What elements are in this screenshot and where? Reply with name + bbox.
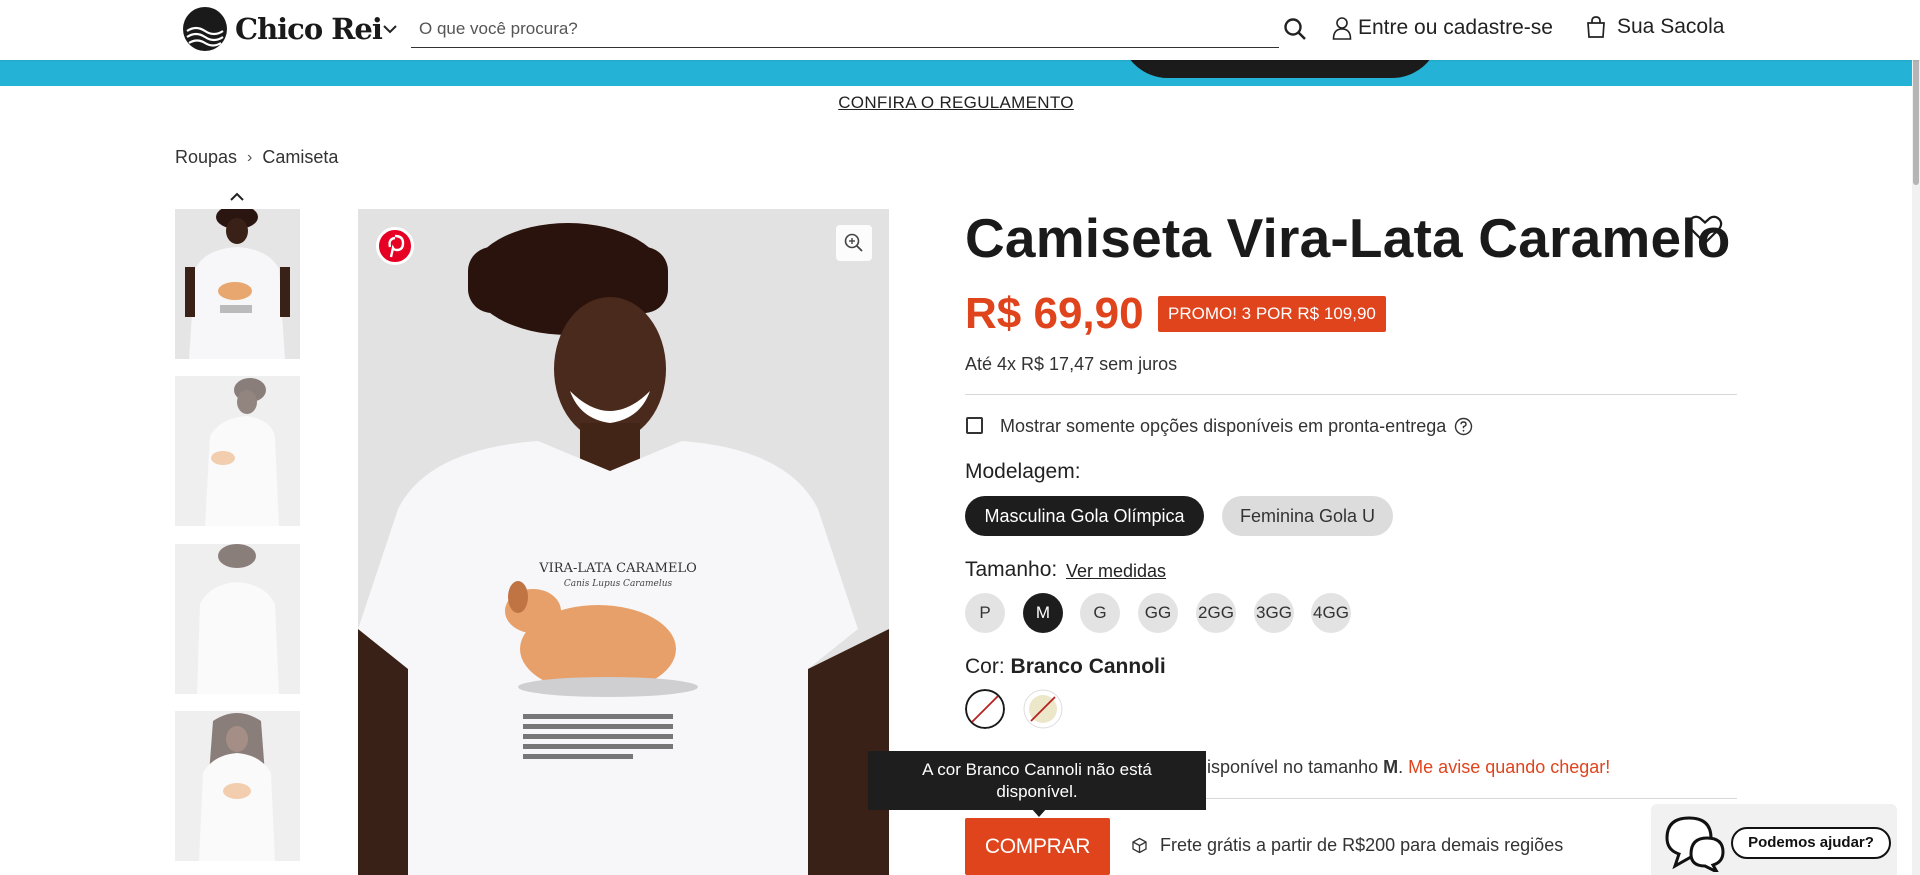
stock-message-size: M (1383, 757, 1399, 777)
bag-label: Sua Sacola (1617, 15, 1725, 38)
tooltip-line-1: A cor Branco Cannoli não está (922, 760, 1152, 779)
cor-selected-name: Branco Cannoli (1010, 655, 1166, 678)
size-option-p[interactable]: P (965, 593, 1005, 633)
chat-label[interactable]: Podemos ajudar? (1731, 827, 1891, 859)
login-label: Entre ou cadastre-se (1358, 16, 1553, 39)
size-option-3gg[interactable]: 3GG (1254, 593, 1294, 633)
stock-filter-label[interactable]: Mostrar somente opções disponíveis em pr… (1000, 416, 1446, 437)
package-icon (1132, 837, 1147, 854)
thumbnail-1[interactable] (175, 209, 300, 359)
chat-widget[interactable]: Podemos ajudar? (1651, 804, 1897, 875)
stock-message-text: disponível no tamanho (1197, 757, 1379, 777)
stock-message-end: . (1398, 757, 1404, 777)
notify-me-link[interactable]: Me avise quando chegar! (1408, 757, 1610, 777)
product-price: R$ 69,90 (965, 289, 1144, 338)
product-main-image[interactable]: VIRA-LATA CARAMELO Canis Lupus Caramelus (358, 209, 889, 875)
user-icon (1332, 17, 1352, 40)
thumbnail-3[interactable] (175, 544, 300, 694)
regulamento-link[interactable]: CONFIRA O REGULAMENTO (0, 93, 1912, 113)
size-option-4gg[interactable]: 4GG (1311, 593, 1351, 633)
tooltip-arrow (1031, 808, 1047, 817)
thumbnail-4[interactable] (175, 711, 300, 861)
zoom-button[interactable] (836, 225, 872, 261)
site-header: Chico Rei Entre ou cadastre-se Sua Sacol… (0, 0, 1920, 60)
zoom-icon (844, 233, 863, 252)
size-option-m[interactable]: M (1023, 593, 1063, 633)
shipping-info: Frete grátis a partir de R$200 para dema… (1160, 835, 1564, 855)
shirt-title-text: VIRA-LATA CARAMELO (538, 561, 697, 576)
logo-mark-icon (183, 7, 227, 51)
promo-badge: PROMO! 3 POR R$ 109,90 (1158, 296, 1386, 332)
search-input[interactable] (419, 18, 1239, 40)
unavailable-tooltip: A cor Branco Cannoli não está disponível… (868, 751, 1206, 810)
size-option-g[interactable]: G (1080, 593, 1120, 633)
ver-medidas-link[interactable]: Ver medidas (1066, 561, 1166, 582)
product-title: Camiseta Vira-Lata Caramelo (965, 207, 1731, 269)
logo-text: Chico Rei (235, 12, 383, 46)
divider (965, 394, 1737, 395)
breadcrumb-item-camiseta[interactable]: Camiseta (262, 147, 338, 168)
banner-artwork (1120, 60, 1440, 78)
tamanho-label: Tamanho: (965, 558, 1058, 581)
color-swatch-off-white[interactable] (1023, 689, 1063, 729)
shirt-subtitle-text: Canis Lupus Caramelus (564, 579, 673, 589)
modelagem-label: Modelagem: (965, 460, 1081, 483)
promo-banner[interactable] (0, 60, 1920, 86)
bag-icon (1587, 16, 1605, 38)
installments-text: Até 4x R$ 17,47 sem juros (965, 354, 1178, 374)
cor-label: Cor: Branco Cannoli (965, 655, 1166, 679)
help-icon[interactable] (1454, 417, 1473, 436)
search-bar (411, 10, 1279, 48)
tooltip-line-2: disponível. (996, 782, 1078, 801)
breadcrumb: Roupas › Camiseta (175, 147, 338, 168)
thumbnail-2[interactable] (175, 376, 300, 526)
logo[interactable]: Chico Rei (183, 7, 383, 51)
stock-availability-message: disponível no tamanho M. Me avise quando… (1197, 757, 1610, 778)
color-swatch-branco-cannoli[interactable] (965, 689, 1005, 729)
bag-link[interactable]: Sua Sacola (1585, 15, 1724, 39)
pinterest-icon[interactable] (376, 227, 414, 265)
chevron-down-icon[interactable] (381, 20, 399, 38)
modelagem-option-feminina[interactable]: Feminina Gola U (1222, 496, 1393, 536)
modelagem-option-masculina[interactable]: Masculina Gola Olímpica (965, 496, 1204, 536)
breadcrumb-separator: › (247, 148, 253, 166)
cor-label-text: Cor: (965, 655, 1005, 678)
product-page: Chico Rei Entre ou cadastre-se Sua Sacol… (0, 0, 1920, 875)
login-link[interactable]: Entre ou cadastre-se (1332, 16, 1553, 40)
stock-filter-checkbox[interactable] (966, 417, 983, 434)
breadcrumb-item-roupas[interactable]: Roupas (175, 147, 237, 168)
heart-icon[interactable] (1687, 214, 1723, 246)
buy-button[interactable]: COMPRAR (965, 818, 1110, 875)
size-option-2gg[interactable]: 2GG (1196, 593, 1236, 633)
search-icon[interactable] (1283, 17, 1307, 41)
size-option-gg[interactable]: GG (1138, 593, 1178, 633)
chat-icon (1665, 816, 1725, 872)
chevron-up-icon[interactable] (228, 188, 246, 206)
